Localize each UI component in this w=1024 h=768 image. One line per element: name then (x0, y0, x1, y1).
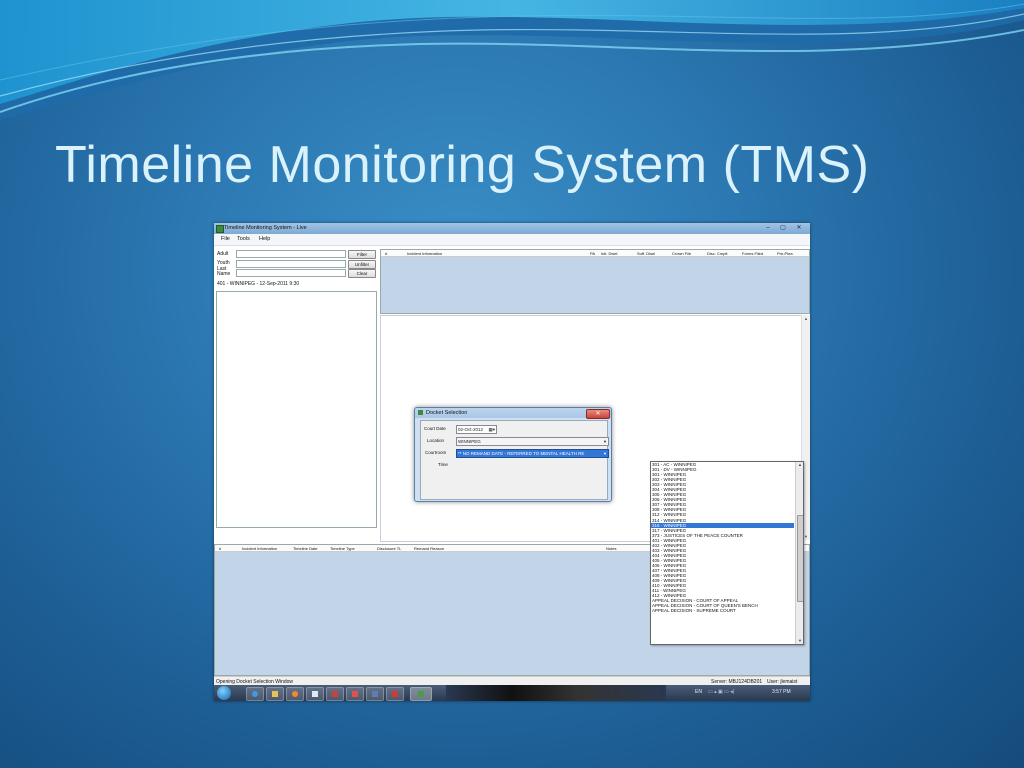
court-date-picker[interactable]: 02-Oct-2012 ▦▾ (456, 425, 497, 434)
adult-input[interactable] (236, 250, 346, 258)
col-remand-reason[interactable]: Remand Reason (414, 546, 444, 551)
col-number[interactable]: # (219, 546, 221, 551)
unfilter-button[interactable]: Unfilter (348, 260, 376, 269)
offender-list[interactable] (216, 291, 377, 528)
scroll-up-icon[interactable]: ▲ (802, 315, 810, 322)
dialog-body: Court Date 02-Oct-2012 ▦▾ Location WINNI… (420, 420, 609, 500)
menu-file[interactable]: File (221, 236, 230, 242)
col-forms-filed[interactable]: Forms Filed (742, 251, 763, 256)
dialog-close-button[interactable]: ✕ (586, 409, 610, 419)
scroll-up-icon[interactable]: ▲ (796, 462, 803, 468)
col-timeline-date[interactable]: Timeline Date (293, 546, 318, 551)
close-button[interactable]: ✕ (791, 224, 807, 232)
chevron-down-icon[interactable]: ▼ (603, 438, 607, 445)
explorer-icon[interactable] (266, 687, 284, 701)
windows-taskbar: EN ▭ ▴ ▣ ▭ ◂) 3:57 PM (214, 685, 810, 701)
ie-icon[interactable] (246, 687, 264, 701)
col-init-disel[interactable]: Init. Disel (601, 251, 617, 256)
start-orb-icon[interactable] (217, 686, 231, 700)
col-crown-file[interactable]: Crown File (672, 251, 691, 256)
pdf-icon[interactable] (386, 687, 404, 701)
window-title: Timeline Monitoring System - Live (224, 225, 307, 231)
docket-selection-dialog: Docket Selection ✕ Court Date 02-Oct-201… (414, 407, 612, 502)
language-indicator[interactable]: EN (695, 689, 702, 695)
courtroom-label: Courtroom (425, 450, 447, 455)
courtroom-value: ** NO REMAND DATE - REFERRED TO MENTAL H… (458, 451, 585, 456)
court-date-value: 02-Oct-2012 (458, 427, 484, 432)
decorative-waves (0, 0, 1024, 120)
time-label: Time (438, 462, 448, 467)
courtroom-option[interactable]: APPEAL DECISION - SUPREME COURT (651, 608, 794, 613)
location-label: Location (427, 438, 445, 443)
incident-grid-header: # Incident Information PA Init. Disel Su… (381, 250, 809, 257)
clock[interactable]: 3:57 PM (772, 689, 791, 695)
calendar-icon[interactable]: ▦▾ (488, 426, 495, 433)
courtroom-dropdown-list[interactable]: 301 - AC - WINNIPEG 301 - DV - WINNIPEG 30… (650, 461, 804, 645)
slide-title: Timeline Monitoring System (TMS) (55, 136, 870, 194)
maximize-button[interactable]: ▢ (776, 224, 790, 232)
paint-icon[interactable] (326, 687, 344, 701)
tray-icons[interactable]: ▭ ▴ ▣ ▭ ◂) (708, 689, 734, 695)
app-screenshot: Timeline Monitoring System - Live – ▢ ✕ … (214, 223, 810, 701)
adult-label: Adult (217, 251, 229, 257)
menu-bar: File Tools Help (214, 234, 810, 246)
clear-button[interactable]: Clear (348, 269, 376, 278)
app-icon[interactable] (346, 687, 364, 701)
col-notes[interactable]: Notes (606, 546, 616, 551)
docket-info: 401 - WINNIPEG - 12-Sep-2011 9:30 (217, 281, 300, 287)
col-timeline-type[interactable]: Timeline Type (330, 546, 355, 551)
media-icon[interactable] (286, 687, 304, 701)
menu-tools[interactable]: Tools (237, 236, 250, 242)
col-disclosure-tl[interactable]: Disclosure TL (377, 546, 401, 551)
col-number[interactable]: # (385, 251, 387, 256)
col-incident-information[interactable]: Incident Information (407, 251, 442, 256)
tools-icon[interactable] (366, 687, 384, 701)
courtroom-select[interactable]: ** NO REMAND DATE - REFERRED TO MENTAL H… (456, 449, 609, 458)
last-name-input[interactable] (236, 269, 346, 277)
scroll-down-icon[interactable]: ▼ (796, 638, 803, 644)
col-suff-disel[interactable]: Suff. Disel (637, 251, 655, 256)
youth-input[interactable] (236, 260, 346, 268)
court-date-label: Court Date (424, 426, 446, 431)
courtroom-options: 301 - AC - WINNIPEG 301 - DV - WINNIPEG 30… (651, 462, 794, 613)
dialog-title: Docket Selection (426, 410, 468, 416)
location-select[interactable]: WINNIPEG ▼ (456, 437, 609, 446)
last-name-label: Last Name (217, 266, 231, 277)
minimize-button[interactable]: – (761, 224, 775, 232)
col-pa[interactable]: PA (590, 251, 595, 256)
dropdown-scrollbar[interactable]: ▲ ▼ (795, 462, 803, 644)
col-pre-plea[interactable]: Pre-Plea (777, 251, 793, 256)
col-incident-information[interactable]: Incident Information (242, 546, 277, 551)
scroll-thumb[interactable] (797, 515, 803, 602)
taskbar-background (446, 685, 666, 701)
window-icon[interactable] (306, 687, 324, 701)
incident-grid[interactable]: # Incident Information PA Init. Disel Su… (380, 249, 810, 314)
location-value: WINNIPEG (458, 439, 481, 444)
tms-icon[interactable] (410, 687, 432, 701)
dialog-titlebar: Docket Selection ✕ (415, 408, 611, 419)
menu-help[interactable]: Help (259, 236, 270, 242)
filter-button[interactable]: Filter (348, 250, 376, 259)
app-icon (216, 225, 224, 233)
dialog-app-icon (418, 410, 423, 415)
col-disc-cmplt[interactable]: Disc. Cmplt (707, 251, 727, 256)
chevron-down-icon[interactable]: ▼ (603, 450, 607, 457)
